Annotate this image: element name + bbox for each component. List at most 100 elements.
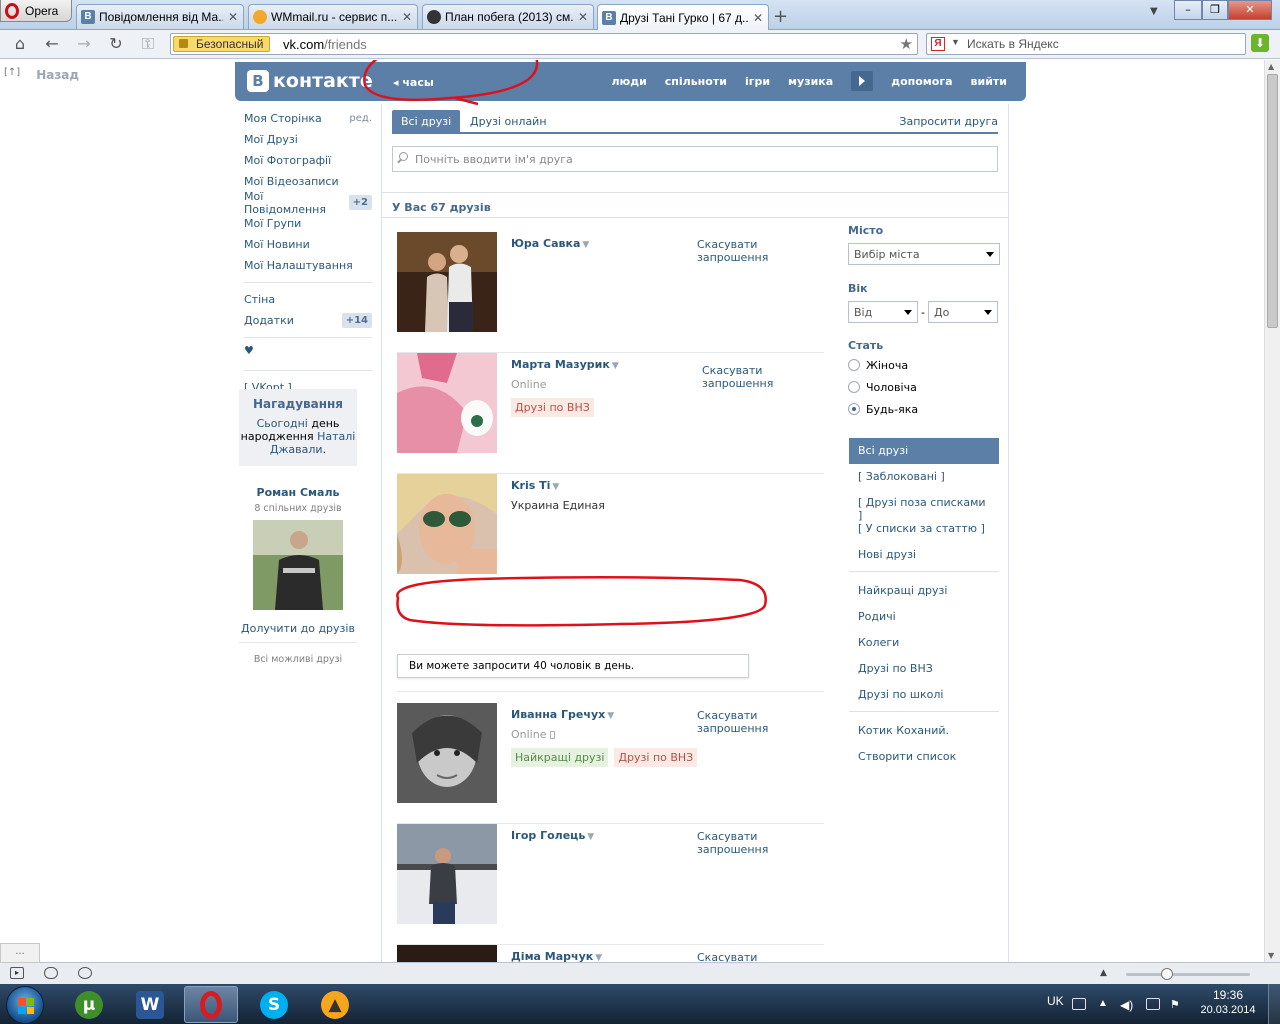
browser-tab-active[interactable]: B Друзі Тані Гурко | 67 д... ✕ [597,4,769,30]
chevron-down-icon[interactable]: ▼ [951,37,960,47]
close-window-icon[interactable]: ✕ [1228,0,1272,20]
nav-my-messages[interactable]: Мої Повідомлення +2 [238,190,378,216]
key-icon[interactable]: ⚿ [138,35,158,53]
new-tab-button[interactable]: + [773,6,788,27]
nav-my-settings[interactable]: Мої Налаштування [238,255,378,276]
edit-link[interactable]: ред. [349,113,372,124]
show-desktop-button[interactable] [1268,984,1280,1024]
friend-name[interactable]: Діма Марчук ▼ [511,950,602,962]
friend-search-input[interactable]: Почніть вводити ім'я друга [392,146,998,172]
vk-logo[interactable]: В контакте [247,70,373,92]
cancel-request-link[interactable]: Скасувати запрошення [697,709,817,735]
zoom-slider-handle[interactable] [1161,968,1173,980]
list-school[interactable]: Друзі по школі [849,682,999,708]
list-new-friends[interactable]: Нові друзі [849,542,999,568]
age-to-select[interactable]: До [927,301,998,323]
menu-communities[interactable]: спільноти [656,75,736,95]
taskbar-utorrent[interactable]: µ [62,986,116,1023]
menu-people[interactable]: люди [602,75,655,95]
friend-photo[interactable] [397,474,497,574]
taskbar-word[interactable]: W [123,986,177,1023]
scroll-up-icon[interactable]: ▲ [1268,62,1274,71]
status-expand-button[interactable]: ... [0,943,40,963]
invite-friend-link[interactable]: Запросити друга [899,115,998,128]
city-select[interactable]: Вибір міста [848,243,1000,265]
cloud-icon[interactable] [44,967,58,979]
back-link[interactable]: [↑] Назад [4,67,79,82]
sex-option-any[interactable]: Будь-яка [848,398,1000,420]
friend-name[interactable]: Иванна Гречух ▼ [511,708,614,721]
nav-my-news[interactable]: Мої Новини [238,234,378,255]
menu-music[interactable]: музика [779,75,842,95]
friend-photo[interactable] [397,353,497,453]
list-tag[interactable]: Найкращі друзі [511,748,609,767]
today-link[interactable]: Сьогодні [257,417,308,430]
browser-tab[interactable]: План побега (2013) см... ✕ [422,4,594,29]
browser-tab[interactable]: B Повідомлення від Ма... ✕ [76,4,244,29]
friend-photo[interactable] [397,232,497,332]
nav-apps[interactable]: Додатки +14 [238,310,378,331]
list-family[interactable]: Родичі [849,604,999,630]
scroll-thumb[interactable] [1267,74,1278,328]
zoom-menu-icon[interactable]: ▲ [1100,968,1107,978]
sex-option-female[interactable]: Жіноча [848,354,1000,376]
suggested-friend-photo[interactable] [253,520,343,610]
security-badge[interactable]: Безопасный [173,36,271,52]
address-input[interactable]: Безопасный vk.com/friends ★ [170,33,918,55]
page-scrollbar[interactable]: ▲ ▼ [1264,60,1280,962]
menu-logout[interactable]: вийти [962,75,1016,95]
search-input[interactable]: Я ▼ Искать в Яндекс [926,33,1246,55]
common-friends-count[interactable]: 8 спільних друзів [239,503,357,514]
tab-friends-online[interactable]: Друзі онлайн [461,110,556,134]
minimize-icon[interactable]: – [1174,0,1202,20]
nav-my-page[interactable]: Моя Сторінка ред. [238,108,378,129]
browser-tab[interactable]: WMmail.ru - сервис п... ✕ [248,4,418,29]
download-icon[interactable]: ⬇ [1251,34,1269,52]
taskbar-opera[interactable] [184,986,238,1023]
suggested-friend-name[interactable]: Роман Смаль [239,486,357,499]
zoom-slider[interactable] [1126,973,1250,976]
add-friend-link[interactable]: Долучити до друзів [239,622,357,635]
start-button[interactable] [6,986,44,1024]
age-from-select[interactable]: Від [848,301,918,323]
list-university[interactable]: Друзі по ВНЗ [849,656,999,682]
volume-icon[interactable]: ◀) [1120,998,1134,1012]
nav-wall[interactable]: Стіна [238,289,378,310]
menu-games[interactable]: ігри [736,75,779,95]
play-icon[interactable] [851,71,874,91]
close-tab-icon[interactable]: ✕ [227,10,239,24]
cancel-request-link[interactable]: Скасувати запрошення [697,830,817,856]
opera-menu-button[interactable]: Opera [0,0,72,22]
flag-icon[interactable]: ⚑ [1170,998,1184,1011]
star-icon[interactable]: ★ [900,35,913,53]
cancel-request-link[interactable]: Скасувати запрошення [697,238,817,264]
list-tag[interactable]: Друзі по ВНЗ [614,748,698,767]
home-icon[interactable]: ⌂ [10,35,30,53]
back-arrow-icon[interactable]: ← [42,35,62,53]
maximize-icon[interactable]: ❐ [1202,0,1228,20]
friend-photo[interactable] [397,824,497,924]
list-colleagues[interactable]: Колеги [849,630,999,656]
list-unsorted[interactable]: [ Друзі поза списками ] [849,490,999,522]
tab-all-friends[interactable]: Всі друзі [392,110,461,134]
nav-my-groups[interactable]: Мої Групи [238,213,378,234]
cancel-request-link[interactable]: Скасувати запрошення [702,364,782,390]
taskbar-skype[interactable]: S [247,986,301,1023]
close-tab-icon[interactable]: ✕ [577,10,589,24]
scroll-down-icon[interactable]: ▼ [1268,951,1274,960]
list-by-sex[interactable]: [ У списки за статтю ] [849,516,999,542]
close-tab-icon[interactable]: ✕ [401,10,413,24]
close-tab-icon[interactable]: ✕ [752,11,764,25]
cancel-request-link[interactable]: Скасувати запрошення [697,951,817,962]
list-blocked[interactable]: [ Заблоковані ] [849,464,999,490]
reload-icon[interactable]: ↻ [106,35,126,53]
tray-arrow-icon[interactable]: ▲ [1098,998,1112,1010]
network-icon[interactable] [1146,998,1160,1010]
heart-icon[interactable]: ♥ [238,344,378,364]
nav-my-photos[interactable]: Мої Фотографії [238,150,378,171]
friend-name[interactable]: Ігор Голець ▼ [511,829,594,842]
friend-photo[interactable] [397,945,497,962]
forward-arrow-icon[interactable]: → [74,35,94,53]
all-possible-friends-link[interactable]: Всі можливі друзі [239,654,357,665]
friend-name[interactable]: Юра Савка ▼ [511,237,589,250]
